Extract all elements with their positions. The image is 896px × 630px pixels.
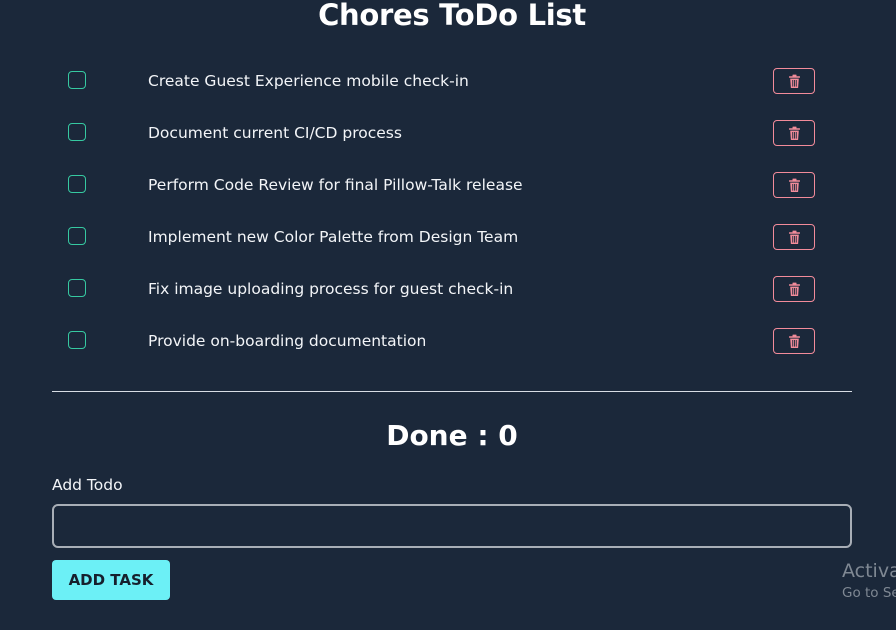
trash-icon (788, 334, 800, 348)
todo-list: Create Guest Experience mobile check-in … (52, 55, 852, 367)
todo-checkbox[interactable] (68, 227, 86, 245)
todo-checkbox[interactable] (68, 71, 86, 89)
todo-item: Implement new Color Palette from Design … (52, 211, 852, 263)
todo-text: Fix image uploading process for guest ch… (148, 280, 514, 298)
trash-icon (788, 282, 800, 296)
add-task-button[interactable]: ADD TASK (52, 560, 170, 600)
add-todo-input[interactable] (52, 504, 852, 548)
watermark-line1: Activa (842, 560, 896, 582)
todo-text: Create Guest Experience mobile check-in (148, 72, 469, 90)
divider (52, 391, 852, 392)
todo-item: Create Guest Experience mobile check-in (52, 55, 852, 107)
page-title: Chores ToDo List (318, 0, 586, 32)
todo-item: Document current CI/CD process (52, 107, 852, 159)
todo-text: Implement new Color Palette from Design … (148, 228, 519, 246)
activation-watermark: Activa Go to Se (842, 560, 896, 604)
todo-checkbox[interactable] (68, 279, 86, 297)
trash-icon (788, 178, 800, 192)
todo-checkbox[interactable] (68, 175, 86, 193)
delete-button[interactable] (773, 328, 815, 354)
add-todo-label: Add Todo (52, 476, 123, 494)
todo-item: Perform Code Review for final Pillow-Tal… (52, 159, 852, 211)
delete-button[interactable] (773, 120, 815, 146)
todo-text: Document current CI/CD process (148, 124, 402, 142)
trash-icon (788, 230, 800, 244)
todo-checkbox[interactable] (68, 331, 86, 349)
delete-button[interactable] (773, 224, 815, 250)
trash-icon (788, 126, 800, 140)
todo-item: Provide on-boarding documentation (52, 315, 852, 367)
delete-button[interactable] (773, 276, 815, 302)
done-counter: Done : 0 (386, 419, 518, 452)
delete-button[interactable] (773, 68, 815, 94)
todo-checkbox[interactable] (68, 123, 86, 141)
watermark-line2: Go to Se (842, 585, 896, 601)
delete-button[interactable] (773, 172, 815, 198)
todo-text: Provide on-boarding documentation (148, 332, 427, 350)
todo-text: Perform Code Review for final Pillow-Tal… (148, 176, 523, 194)
todo-item: Fix image uploading process for guest ch… (52, 263, 852, 315)
trash-icon (788, 74, 800, 88)
